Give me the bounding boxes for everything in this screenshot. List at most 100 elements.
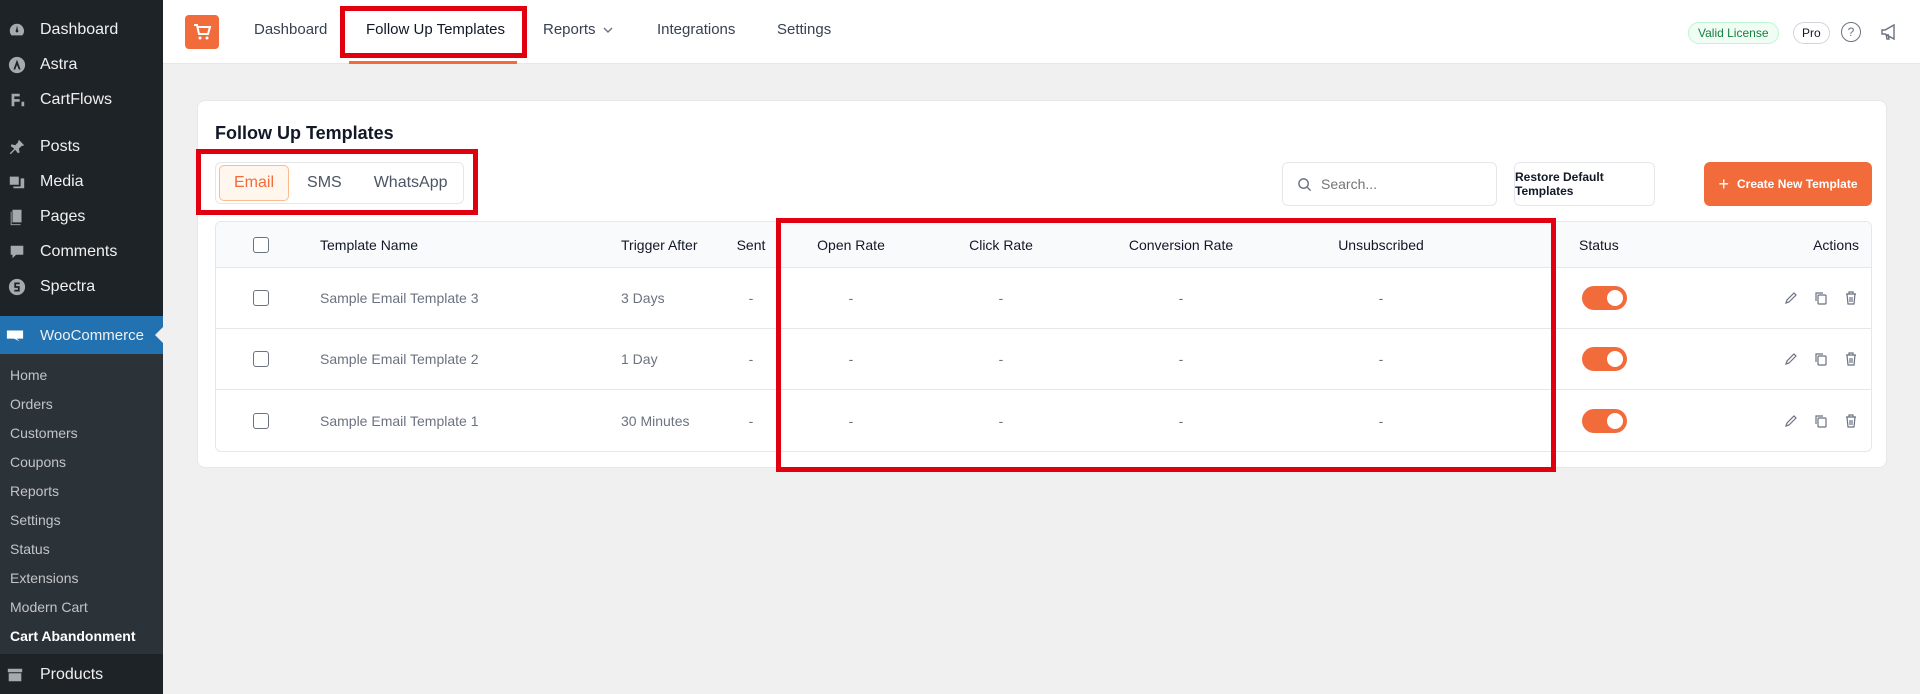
header-open-rate: Open Rate [817, 236, 885, 253]
cell-conversion-rate: - [1178, 290, 1184, 306]
active-tab-indicator [349, 61, 517, 64]
duplicate-icon[interactable] [1813, 413, 1829, 429]
wp-menu-label: Pages [40, 207, 86, 225]
cart-logo-icon[interactable] [185, 15, 219, 49]
media-icon [6, 172, 28, 192]
pin-icon [6, 137, 28, 157]
megaphone-icon[interactable] [1879, 21, 1901, 43]
chevron-down-icon [603, 27, 613, 33]
row-checkbox-cell [253, 329, 269, 389]
row-checkbox-cell [253, 390, 269, 451]
tab-email[interactable]: Email [219, 165, 290, 201]
wp-menu-comments[interactable]: Comments [0, 234, 163, 269]
search-input[interactable] [1321, 176, 1471, 192]
wp-menu-products[interactable]: Products [0, 658, 163, 692]
search-icon [1298, 177, 1312, 191]
woo-submenu-modern-cart[interactable]: Modern Cart [0, 592, 163, 621]
select-all-checkbox[interactable] [253, 236, 269, 253]
header-actions: Actions [1813, 236, 1859, 253]
row-checkbox[interactable] [253, 290, 269, 306]
nav-reports[interactable]: Reports [543, 21, 614, 38]
nav-dashboard[interactable]: Dashboard [254, 21, 327, 38]
table-row: Sample Email Template 1 30 Minutes - - -… [216, 390, 1871, 451]
actions-cell [1783, 268, 1859, 328]
comment-icon [6, 242, 28, 262]
row-checkbox-cell [253, 268, 269, 328]
wp-menu-label: CartFlows [40, 90, 113, 108]
table-row: Sample Email Template 3 3 Days - - - - - [216, 268, 1871, 329]
status-cell [1582, 268, 1627, 328]
trash-icon[interactable] [1843, 290, 1859, 306]
row-checkbox[interactable] [253, 351, 269, 367]
cell-conversion-rate: - [1178, 412, 1184, 429]
table-header: Template Name Trigger After Sent Open Ra… [216, 222, 1871, 268]
woo-submenu-coupons[interactable]: Coupons [0, 447, 163, 476]
cell-template-name[interactable]: Sample Email Template 1 [320, 390, 478, 451]
edit-pencil-icon[interactable] [1783, 413, 1799, 429]
wp-menu-cartflows[interactable]: CartFlows [0, 82, 163, 117]
woo-submenu-home[interactable]: Home [0, 360, 163, 389]
pages-icon [6, 207, 28, 227]
nav-label: Follow Up Templates [366, 21, 505, 38]
duplicate-icon[interactable] [1813, 290, 1829, 306]
cell-conversion-rate: - [1178, 351, 1184, 367]
header-status: Status [1579, 236, 1619, 253]
nav-integrations[interactable]: Integrations [657, 21, 735, 38]
woo-submenu-orders[interactable]: Orders [0, 389, 163, 418]
cell-template-name[interactable]: Sample Email Template 3 [320, 268, 478, 328]
woo-submenu-customers[interactable]: Customers [0, 418, 163, 447]
trash-icon[interactable] [1843, 413, 1859, 429]
woo-submenu-cart-abandonment[interactable]: Cart Abandonment [0, 621, 163, 650]
woo-submenu-reports[interactable]: Reports [0, 476, 163, 505]
tab-sms[interactable]: SMS [293, 165, 356, 201]
help-icon[interactable]: ? [1841, 22, 1861, 42]
wp-menu-label: Dashboard [40, 20, 119, 38]
wp-menu-label: Media [40, 172, 84, 190]
woo-submenu-settings[interactable]: Settings [0, 505, 163, 534]
woo-submenu-status[interactable]: Status [0, 534, 163, 563]
cell-unsubscribed: - [1378, 351, 1384, 367]
wp-menu-spectra[interactable]: Spectra [0, 269, 163, 304]
wp-menu-posts[interactable]: Posts [0, 129, 163, 164]
dashboard-icon [6, 20, 28, 40]
spectra-icon [6, 277, 28, 297]
edit-pencil-icon[interactable] [1783, 351, 1799, 367]
wp-menu-dashboard[interactable]: Dashboard [0, 12, 163, 47]
nav-follow-up-templates[interactable]: Follow Up Templates [366, 21, 505, 38]
wp-menu-media[interactable]: Media [0, 164, 163, 199]
restore-default-templates-button[interactable]: Restore Default Templates [1514, 162, 1655, 206]
channel-tabs: Email SMS WhatsApp [215, 162, 464, 204]
create-new-template-button[interactable]: + Create New Template [1704, 162, 1872, 206]
header-conversion-rate: Conversion Rate [1128, 236, 1234, 253]
row-checkbox[interactable] [253, 412, 269, 429]
cell-unsubscribed: - [1378, 412, 1384, 429]
status-cell [1582, 390, 1627, 451]
wp-menu-astra[interactable]: Astra [0, 47, 163, 82]
status-toggle[interactable] [1582, 347, 1627, 371]
edit-pencil-icon[interactable] [1783, 290, 1799, 306]
status-toggle[interactable] [1582, 286, 1627, 310]
cell-click-rate: - [998, 412, 1004, 429]
woo-submenu-extensions[interactable]: Extensions [0, 563, 163, 592]
plan-badge: Pro [1793, 22, 1830, 44]
wp-menu-label: WooCommerce [40, 326, 144, 344]
woo-icon [6, 326, 28, 344]
woocommerce-submenu: Home Orders Customers Coupons Reports Se… [0, 354, 163, 654]
plus-icon: + [1718, 174, 1729, 194]
cell-trigger-after: 3 Days [621, 290, 665, 306]
wp-menu-woocommerce[interactable]: WooCommerce [0, 316, 163, 354]
tab-whatsapp[interactable]: WhatsApp [360, 165, 462, 201]
top-nav-bar: Dashboard Follow Up Templates Reports In… [163, 0, 1920, 64]
wp-menu-pages[interactable]: Pages [0, 199, 163, 234]
wp-menu-label: Astra [40, 55, 78, 73]
nav-settings[interactable]: Settings [777, 21, 831, 38]
cell-template-name[interactable]: Sample Email Template 2 [320, 329, 478, 389]
actions-cell [1783, 390, 1859, 451]
status-toggle[interactable] [1582, 408, 1627, 433]
wp-admin-sidebar: Dashboard Astra CartFlows Posts Media Pa… [0, 0, 163, 694]
header-click-rate: Click Rate [969, 236, 1033, 253]
wp-menu-label: Posts [40, 137, 81, 155]
trash-icon[interactable] [1843, 351, 1859, 367]
wp-menu-label: Comments [40, 242, 118, 260]
duplicate-icon[interactable] [1813, 351, 1829, 367]
